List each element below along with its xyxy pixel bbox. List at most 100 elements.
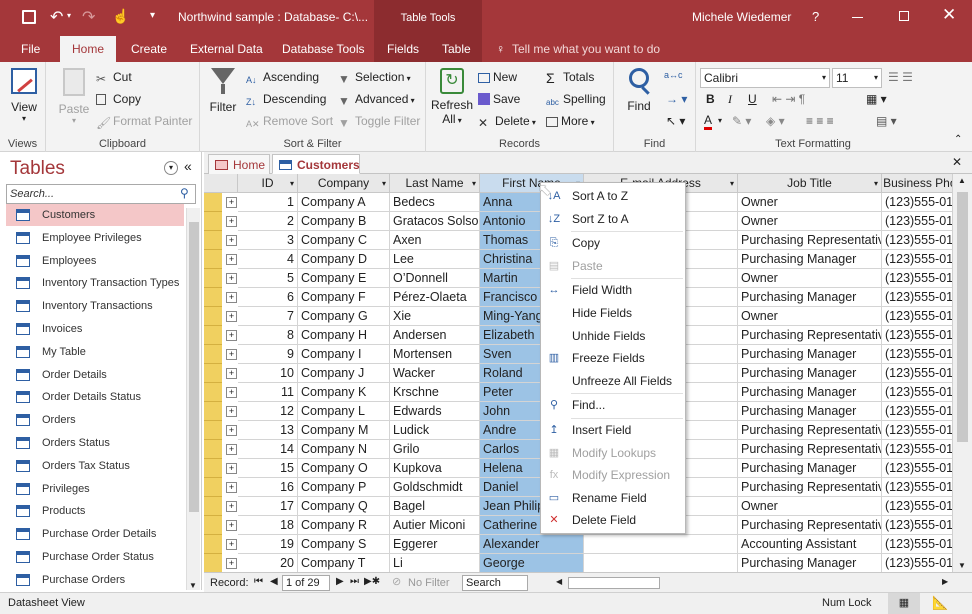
record-selector[interactable] xyxy=(204,383,222,402)
table-cell[interactable]: (123)555-0100 xyxy=(882,288,952,307)
table-cell[interactable]: (123)555-0100 xyxy=(882,193,952,212)
column-header-job-title[interactable]: Job Title ▾ xyxy=(738,174,882,193)
help-button[interactable]: ? xyxy=(812,9,819,24)
table-cell[interactable]: Edwards xyxy=(390,402,480,421)
expand-subdatasheet-icon[interactable]: + xyxy=(226,425,237,436)
font-name-select[interactable]: Calibri ▾ xyxy=(700,68,830,88)
table-cell[interactable]: Owner xyxy=(738,193,882,212)
nav-pane-title[interactable]: Tables xyxy=(10,158,65,180)
table-cell[interactable]: 16 xyxy=(238,478,298,497)
align-icons[interactable]: ≡ ≡ ≡ xyxy=(806,114,834,128)
column-dropdown-icon[interactable]: ▾ xyxy=(382,174,386,193)
column-dropdown-icon[interactable]: ▾ xyxy=(290,174,294,193)
undo-icon[interactable]: ↶ xyxy=(50,7,63,27)
table-cell[interactable]: Purchasing Manager xyxy=(738,402,882,421)
close-document-icon[interactable]: ✕ xyxy=(952,155,962,169)
record-selector[interactable] xyxy=(204,402,222,421)
record-selector[interactable] xyxy=(204,421,222,440)
font-size-select[interactable]: 11 ▾ xyxy=(832,68,882,88)
table-cell[interactable]: Company N xyxy=(298,440,390,459)
table-cell[interactable]: Owner xyxy=(738,269,882,288)
table-cell[interactable]: Purchasing Representative xyxy=(738,421,882,440)
table-cell[interactable]: Company A xyxy=(298,193,390,212)
table-cell[interactable]: 18 xyxy=(238,516,298,535)
maximize-icon[interactable] xyxy=(899,11,909,21)
underline-button[interactable]: U xyxy=(748,92,757,106)
record-selector[interactable] xyxy=(204,440,222,459)
table-cell[interactable]: (123)555-0100 xyxy=(882,516,952,535)
nav-scroll-thumb[interactable] xyxy=(189,222,199,512)
new-record-button[interactable]: New xyxy=(478,70,517,84)
user-name[interactable]: Michele Wiedemer xyxy=(692,10,791,24)
tab-external-data[interactable]: External Data xyxy=(190,42,263,56)
table-cell[interactable]: 13 xyxy=(238,421,298,440)
table-cell[interactable]: Wacker xyxy=(390,364,480,383)
column-header-business-phone[interactable]: Business Phone xyxy=(882,174,952,193)
menu-item-find[interactable]: ⚲ Find... xyxy=(541,394,685,416)
table-cell[interactable]: Goldschmidt xyxy=(390,478,480,497)
table-cell[interactable]: Company B xyxy=(298,212,390,231)
column-header-id[interactable]: ID ▾ xyxy=(238,174,298,193)
table-cell[interactable]: (123)555-0100 xyxy=(882,554,952,572)
nav-scroll-down-icon[interactable]: ▼ xyxy=(189,581,197,590)
table-cell[interactable]: Purchasing Representative xyxy=(738,326,882,345)
horizontal-scroll-thumb[interactable] xyxy=(568,577,660,589)
record-selector[interactable] xyxy=(204,459,222,478)
nav-item-customers[interactable]: Customers xyxy=(6,204,184,226)
table-cell[interactable]: (123)555-0100 xyxy=(882,440,952,459)
nav-item-order-details[interactable]: Order Details xyxy=(6,364,184,386)
tell-me-box[interactable]: Tell me what you want to do xyxy=(512,42,660,56)
record-selector[interactable] xyxy=(204,364,222,383)
record-selector[interactable] xyxy=(204,212,222,231)
refresh-all-button[interactable]: ↻ Refresh All ▾ xyxy=(430,68,474,126)
nav-item-orders-status[interactable]: Orders Status xyxy=(6,432,184,454)
expand-subdatasheet-icon[interactable]: + xyxy=(226,292,237,303)
table-cell[interactable]: Owner xyxy=(738,212,882,231)
menu-item-copy[interactable]: ⎘ Copy xyxy=(541,232,685,254)
first-record-icon[interactable]: ⏮ xyxy=(254,576,263,587)
collapse-nav-icon[interactable]: « xyxy=(184,158,192,174)
table-cell[interactable]: Company K xyxy=(298,383,390,402)
table-cell[interactable]: Company F xyxy=(298,288,390,307)
table-cell[interactable]: Purchasing Representative xyxy=(738,478,882,497)
bold-button[interactable]: B xyxy=(706,92,715,106)
table-cell[interactable]: (123)555-0100 xyxy=(882,269,952,288)
table-cell[interactable]: (123)555-0100 xyxy=(882,326,952,345)
table-cell[interactable]: Company T xyxy=(298,554,390,572)
expand-subdatasheet-icon[interactable]: + xyxy=(226,463,237,474)
fill-color-icon[interactable]: ◈ ▾ xyxy=(766,114,785,128)
table-cell[interactable]: 1 xyxy=(238,193,298,212)
menu-item-sort-z-to-a[interactable]: ↓Z Sort Z to A xyxy=(541,208,685,230)
doc-tab-home[interactable]: Home xyxy=(208,154,270,174)
table-cell[interactable] xyxy=(584,554,738,572)
expand-subdatasheet-icon[interactable]: + xyxy=(226,235,237,246)
expand-subdatasheet-icon[interactable]: + xyxy=(226,197,237,208)
record-selector[interactable] xyxy=(204,250,222,269)
table-cell[interactable]: Ludick xyxy=(390,421,480,440)
menu-item-hide-fields[interactable]: Hide Fields xyxy=(541,302,685,324)
spelling-button[interactable]: abc Spelling xyxy=(546,92,606,112)
vertical-scroll-thumb[interactable] xyxy=(957,192,968,442)
design-view-icon[interactable]: 📐 xyxy=(932,595,948,611)
menu-item-unhide-fields[interactable]: Unhide Fields xyxy=(541,325,685,347)
table-cell[interactable]: Andersen xyxy=(390,326,480,345)
select-all-corner[interactable] xyxy=(204,174,238,193)
nav-scrollbar[interactable]: ▼ xyxy=(186,208,200,590)
selection-button[interactable]: ▼ Selection ▾ xyxy=(338,70,411,86)
menu-item-freeze-fields[interactable]: ▥ Freeze Fields xyxy=(541,347,685,369)
table-cell[interactable]: Purchasing Manager xyxy=(738,554,882,572)
table-cell[interactable]: Purchasing Manager xyxy=(738,250,882,269)
table-cell[interactable]: 5 xyxy=(238,269,298,288)
table-cell[interactable]: Purchasing Manager xyxy=(738,345,882,364)
record-selector[interactable] xyxy=(204,478,222,497)
scroll-up-icon[interactable]: ▲ xyxy=(958,176,966,185)
nav-item-purchase-orders[interactable]: Purchase Orders xyxy=(6,569,184,591)
table-cell[interactable]: (123)555-0100 xyxy=(882,421,952,440)
table-cell[interactable]: 19 xyxy=(238,535,298,554)
record-selector[interactable] xyxy=(204,326,222,345)
nav-item-inventory-transaction-types[interactable]: Inventory Transaction Types xyxy=(6,272,184,294)
table-cell[interactable]: O’Donnell xyxy=(390,269,480,288)
expand-subdatasheet-icon[interactable]: + xyxy=(226,330,237,341)
last-record-icon[interactable]: ⏭ xyxy=(350,576,359,587)
delete-record-button[interactable]: ✕ Delete ▾ xyxy=(478,114,536,130)
